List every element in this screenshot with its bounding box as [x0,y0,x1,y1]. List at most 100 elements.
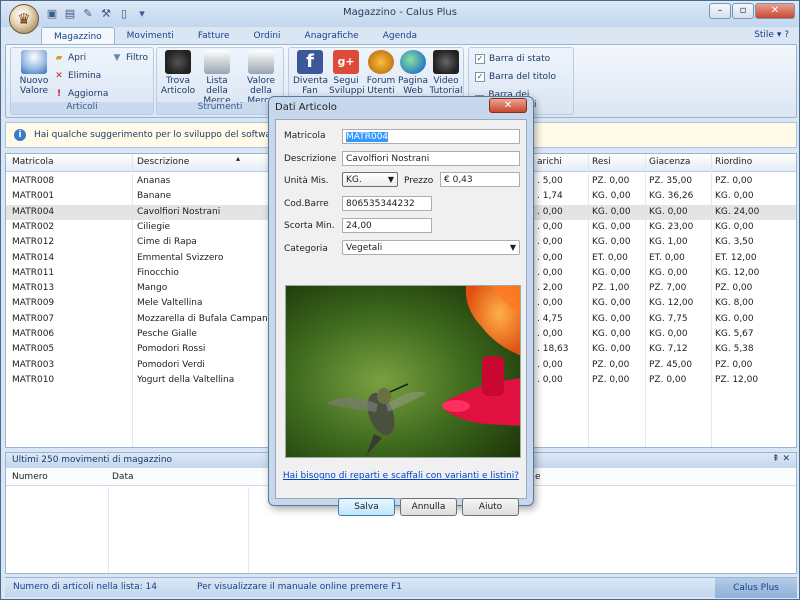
google-plus-icon: g+ [333,50,359,74]
elimina-button[interactable]: ✕ Elimina [53,70,101,82]
diventa-fan-button[interactable]: f Diventa Fan [293,50,328,96]
cell-giacenza: KG. 0,00 [649,206,688,217]
cell-matricola: MATR009 [12,298,55,309]
cell-riordino: PZ. 0,00 [715,176,753,186]
cell-riordino: KG. 5,67 [715,329,754,339]
folder-icon: ▰ [55,53,63,63]
forum-icon [368,50,394,74]
globe-icon [400,50,426,74]
annulla-button[interactable]: Annulla [400,498,457,516]
cell-carichi: . 0,00 [537,298,563,309]
minimize-button[interactable]: – [709,3,731,19]
cell-riordino: KG. 0,00 [715,313,754,324]
status-bar: Numero di articoli nella lista: 14 Per v… [5,577,797,598]
tab-magazzino[interactable]: Magazzino [41,27,115,45]
prezzo-field[interactable]: € 0,43 [440,172,520,187]
group-articoli: Nuovo Valore ▰ Apri ✕ Elimina ! Aggiorna ▼ F… [10,47,154,115]
segui-sviluppi-label: Segui Sviluppi [329,76,365,96]
barra-titolo-checkbox[interactable]: ✓ Barra del titolo [475,72,556,82]
printer-icon [204,50,230,74]
unita-value: KG. [346,175,362,185]
video-tutorial-label: Video Tutorial [429,76,463,96]
filter-icon: ▼ [113,53,121,63]
cell-resi: KG. 0,00 [592,313,631,324]
info-icon: i [14,129,26,141]
group-strumenti: Trova Articolo Lista della Merce Valore … [156,47,284,115]
cell-resi: ET. 0,00 [592,252,628,263]
reparti-link[interactable]: Hai bisogno di reparti e scaffali con va… [276,471,526,481]
cell-carichi: . 0,00 [537,252,563,263]
col-matricola[interactable]: Matricola [12,157,53,167]
cell-descrizione: Mele Valtellina [137,298,203,309]
cell-riordino: PZ. 0,00 [715,283,753,294]
video-tutorial-button[interactable]: Video Tutorial [429,50,463,96]
help-icon[interactable]: ? [784,30,789,40]
style-menu[interactable]: Stile ▾ ? [754,30,789,40]
cell-resi: PZ. 0,00 [592,359,630,370]
descrizione-field[interactable]: Cavolfiori Nostrani [342,151,520,166]
salva-button[interactable]: Salva [338,498,395,516]
col-e[interactable]: e [535,472,541,482]
cell-carichi: . 0,00 [537,267,563,278]
codbarre-field[interactable]: 806535344232 [342,196,432,211]
trova-articolo-button[interactable]: Trova Articolo [159,50,197,96]
lista-merce-button[interactable]: Lista della Merce [197,50,237,106]
tab-ordini[interactable]: Ordini [241,27,292,45]
col-riordino[interactable]: Riordino [715,157,752,167]
cell-matricola: MATR003 [12,359,55,370]
pagina-web-button[interactable]: Pagina Web [397,50,429,96]
filtro-button[interactable]: ▼ Filtro [111,52,149,64]
cell-giacenza: ET. 0,00 [649,252,685,263]
segui-sviluppi-button[interactable]: g+ Segui Sviluppi [329,50,365,96]
matricola-field[interactable]: MATR004 [342,129,520,144]
unita-select[interactable]: KG. ▼ [342,172,398,187]
cell-resi: PZ. 0,00 [592,374,630,385]
apri-button[interactable]: ▰ Apri [53,52,87,64]
tab-anagrafiche[interactable]: Anagrafiche [293,27,371,45]
pin-icon[interactable]: ⇞ ✕ [772,454,790,464]
filtro-label: Filtro [126,53,149,63]
forum-utenti-button[interactable]: Forum Utenti [365,50,397,96]
aiuto-button[interactable]: Aiuto [462,498,519,516]
cell-resi: PZ. 1,00 [592,283,630,294]
tab-movimenti[interactable]: Movimenti [115,27,186,45]
nuovo-valore-button[interactable]: Nuovo Valore [15,50,53,96]
cell-descrizione: Ciliegie [137,221,171,232]
col-resi[interactable]: Resi [592,157,611,167]
col-numero[interactable]: Numero [12,472,48,482]
col-giacenza[interactable]: Giacenza [649,157,690,167]
cell-riordino: KG. 12,00 [715,267,760,278]
scorta-field[interactable]: 24,00 [342,218,432,233]
cell-matricola: MATR008 [12,176,55,186]
printer-icon [248,50,274,74]
cell-descrizione: Emmental Svizzero [137,252,224,263]
style-label: Stile [754,30,774,40]
barra-stato-checkbox[interactable]: ✓ Barra di stato [475,54,550,64]
col-descrizione[interactable]: Descrizione [137,157,189,167]
cell-matricola: MATR006 [12,329,55,339]
dialog-body: Matricola MATR004 Descrizione Cavolfiori… [275,119,527,516]
col-carichi[interactable]: arichi [537,157,562,167]
trova-articolo-label: Trova Articolo [160,76,196,96]
cell-matricola: MATR002 [12,221,55,232]
app-logo-icon: ♛ [17,10,31,28]
check-icon: ✓ [475,54,485,64]
aggiorna-button[interactable]: ! Aggiorna [53,88,108,100]
barra-stato-label: Barra di stato [489,54,551,64]
tab-fatture[interactable]: Fatture [186,27,242,45]
categoria-select[interactable]: Vegetali ▼ [342,240,520,255]
categoria-label: Categoria [284,244,328,254]
dialog-close-button[interactable]: ✕ [489,98,527,113]
status-brand: Calus Plus [715,578,797,598]
dialog-title: Dati Articolo [275,102,337,113]
cell-descrizione: Finocchio [137,267,179,278]
cell-carichi: . 5,00 [537,176,563,186]
cell-carichi: . 4,75 [537,313,563,324]
elimina-label: Elimina [68,71,102,81]
close-button[interactable]: ✕ [755,3,795,19]
col-data[interactable]: Data [112,472,134,482]
tab-agenda[interactable]: Agenda [371,27,429,45]
status-manual: Per visualizzare il manuale online preme… [197,582,402,592]
maximize-button[interactable]: ▫ [732,3,754,19]
app-menu-orb[interactable]: ♛ [9,4,39,34]
